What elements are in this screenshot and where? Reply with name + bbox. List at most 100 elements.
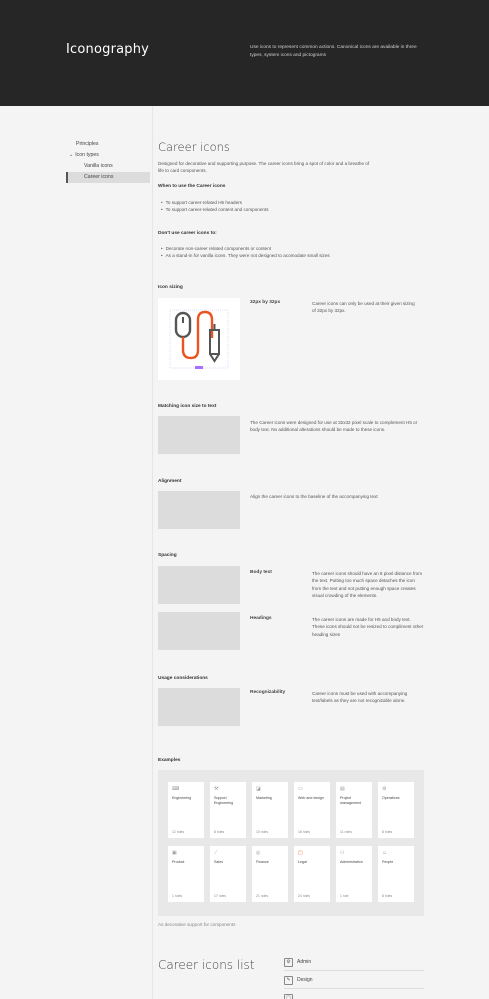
card-count: 21 roles — [256, 894, 269, 898]
example-card[interactable]: ▣ Product 1 roles — [168, 846, 204, 902]
mouse-pencil-icon — [169, 309, 229, 369]
section-title: Career icons — [158, 140, 230, 154]
card-title: Project management — [340, 796, 361, 805]
coin-icon: ◎ — [256, 850, 261, 856]
page-header: Iconography Use icons to represent commo… — [0, 0, 489, 106]
card-title: Product — [172, 860, 185, 864]
list-item: To support career-related content and co… — [161, 206, 269, 213]
example-card[interactable]: ▤ Project management 11 roles — [336, 782, 372, 838]
megaphone-icon: ◪ — [256, 786, 261, 792]
alignment-heading: Alignment — [158, 479, 182, 484]
card-count: 8 roles — [214, 830, 225, 834]
list-item: As a stand-in for vanilla icons. They we… — [161, 252, 330, 259]
example-card[interactable]: ⟋ Sales 17 roles — [210, 846, 246, 902]
card-count: 10 roles — [256, 830, 269, 834]
card-title: Legal — [298, 860, 307, 864]
body-text-label: Body text — [250, 570, 272, 575]
chevron-down-icon: ⌄ — [69, 152, 74, 158]
box-icon: ▣ — [172, 850, 177, 856]
card-title: People — [382, 860, 394, 864]
headings-label: Headings — [250, 616, 272, 621]
page-description: Use icons to represent common actions. C… — [250, 45, 417, 58]
card-count: 1 roles — [172, 894, 183, 898]
when-heading: When to use the Career icons — [158, 184, 226, 189]
card-title: Sales — [214, 860, 223, 864]
sizing-heading: Icon sizing — [158, 285, 183, 290]
spacing-body-image — [158, 566, 240, 604]
spacing-heading: Spacing — [158, 553, 177, 558]
list-item-partial[interactable]: ▢ — [284, 991, 424, 999]
card-title: Finance — [256, 860, 269, 864]
card-title: Support Engineering — [214, 796, 234, 805]
spacing-headings-image — [158, 612, 240, 650]
intro-text: Designed for decorative and supporting p… — [158, 161, 370, 174]
headings-description: The career icons are made for H5 and bod… — [312, 617, 424, 637]
browser-icon: ▭ — [298, 786, 303, 792]
sidebar-divider — [152, 106, 153, 999]
briefcase-icon: ▢ — [298, 850, 303, 856]
usage-heading: Usage considerations — [158, 676, 208, 681]
example-card[interactable]: ◪ Marketing 10 roles — [252, 782, 288, 838]
list-item: To support career-related H5 headers — [161, 199, 269, 206]
examples-heading: Examples — [158, 758, 181, 763]
sidebar-nav: Principles ⌄ Icon types Vanilla icons Car… — [66, 139, 150, 183]
recognizability-text: Career icons must be used with accompany… — [312, 691, 408, 704]
example-card[interactable]: ⚙ Operations 8 roles — [378, 782, 414, 838]
card-count: 24 roles — [298, 894, 311, 898]
list-item-admin[interactable]: ⚙ Admin — [284, 955, 424, 971]
matching-text: The Career icons were designed for use a… — [250, 420, 418, 433]
card-count: 8 roles — [382, 830, 393, 834]
example-card[interactable]: ◎ Finance 21 roles — [252, 846, 288, 902]
gears-icon: ⚙ — [382, 786, 387, 792]
body-text-description: The career icons should have an 8 pixel … — [312, 571, 423, 599]
icon-sizing-preview — [158, 298, 240, 380]
clipboard-icon: ▤ — [340, 786, 345, 792]
card-count: 16 roles — [298, 830, 311, 834]
example-card[interactable]: ⚒ Support Engineering 8 roles — [210, 782, 246, 838]
example-card[interactable]: ⚇ Administration 1 role — [336, 846, 372, 902]
chart-icon: ⟋ — [214, 850, 218, 856]
sizing-text: Career icons can only be used at their g… — [312, 301, 415, 314]
admin-icon: ⚙ — [284, 958, 293, 967]
card-count: 11 roles — [340, 830, 352, 834]
page-title: Iconography — [66, 42, 150, 57]
examples-panel: ⌨ Engineering 12 roles ⚒ Support Engineerin… — [158, 770, 424, 916]
alignment-text: Align the career icons to the baseline o… — [250, 494, 378, 499]
people-icon: ⚇ — [340, 850, 345, 856]
card-title: Administration — [340, 860, 363, 864]
person-icon: ☺ — [382, 850, 388, 856]
card-title: Marketing — [256, 796, 272, 800]
recognizability-label: Recognizability — [250, 690, 286, 695]
card-title: Engineering — [172, 796, 192, 800]
list-item: Decorate non-career related components o… — [161, 245, 330, 252]
sidebar-item-career-icons[interactable]: Career icons — [66, 172, 150, 183]
partial-icon: ▢ — [284, 994, 293, 999]
matching-image — [158, 416, 240, 454]
sizing-label: 32px by 32px — [250, 300, 281, 305]
when-list: To support career-related H5 headers To … — [161, 199, 269, 214]
card-count: 17 roles — [214, 894, 227, 898]
card-title: Web and design — [298, 796, 324, 800]
career-icons-list-title: Career icons list — [158, 958, 255, 972]
usage-image — [158, 688, 240, 726]
examples-caption: As decorative support for components — [158, 922, 236, 927]
matching-heading: Matching icon size to text — [158, 404, 217, 409]
card-count: 12 roles — [172, 830, 185, 834]
sidebar-item-label: Icon types — [75, 152, 99, 158]
example-card[interactable]: ▢ Legal 24 roles — [294, 846, 330, 902]
alignment-image — [158, 491, 240, 529]
list-item-label: Admin — [297, 959, 312, 965]
sidebar-item-icon-types[interactable]: ⌄ Icon types — [66, 150, 150, 161]
design-icon: ✎ — [284, 976, 293, 985]
list-item-label: Design — [297, 977, 313, 983]
sidebar-item-vanilla-icons[interactable]: Vanilla icons — [66, 161, 150, 172]
card-title: Operations — [382, 796, 400, 800]
list-item-design[interactable]: ✎ Design — [284, 973, 424, 989]
dont-list: Decorate non-career related components o… — [161, 245, 330, 260]
card-count: 1 role — [340, 894, 349, 898]
example-card[interactable]: ▭ Web and design 16 roles — [294, 782, 330, 838]
example-card[interactable]: ☺ People 8 roles — [378, 846, 414, 902]
sidebar-item-principles[interactable]: Principles — [66, 139, 150, 150]
example-card[interactable]: ⌨ Engineering 12 roles — [168, 782, 204, 838]
card-count: 8 roles — [382, 894, 393, 898]
